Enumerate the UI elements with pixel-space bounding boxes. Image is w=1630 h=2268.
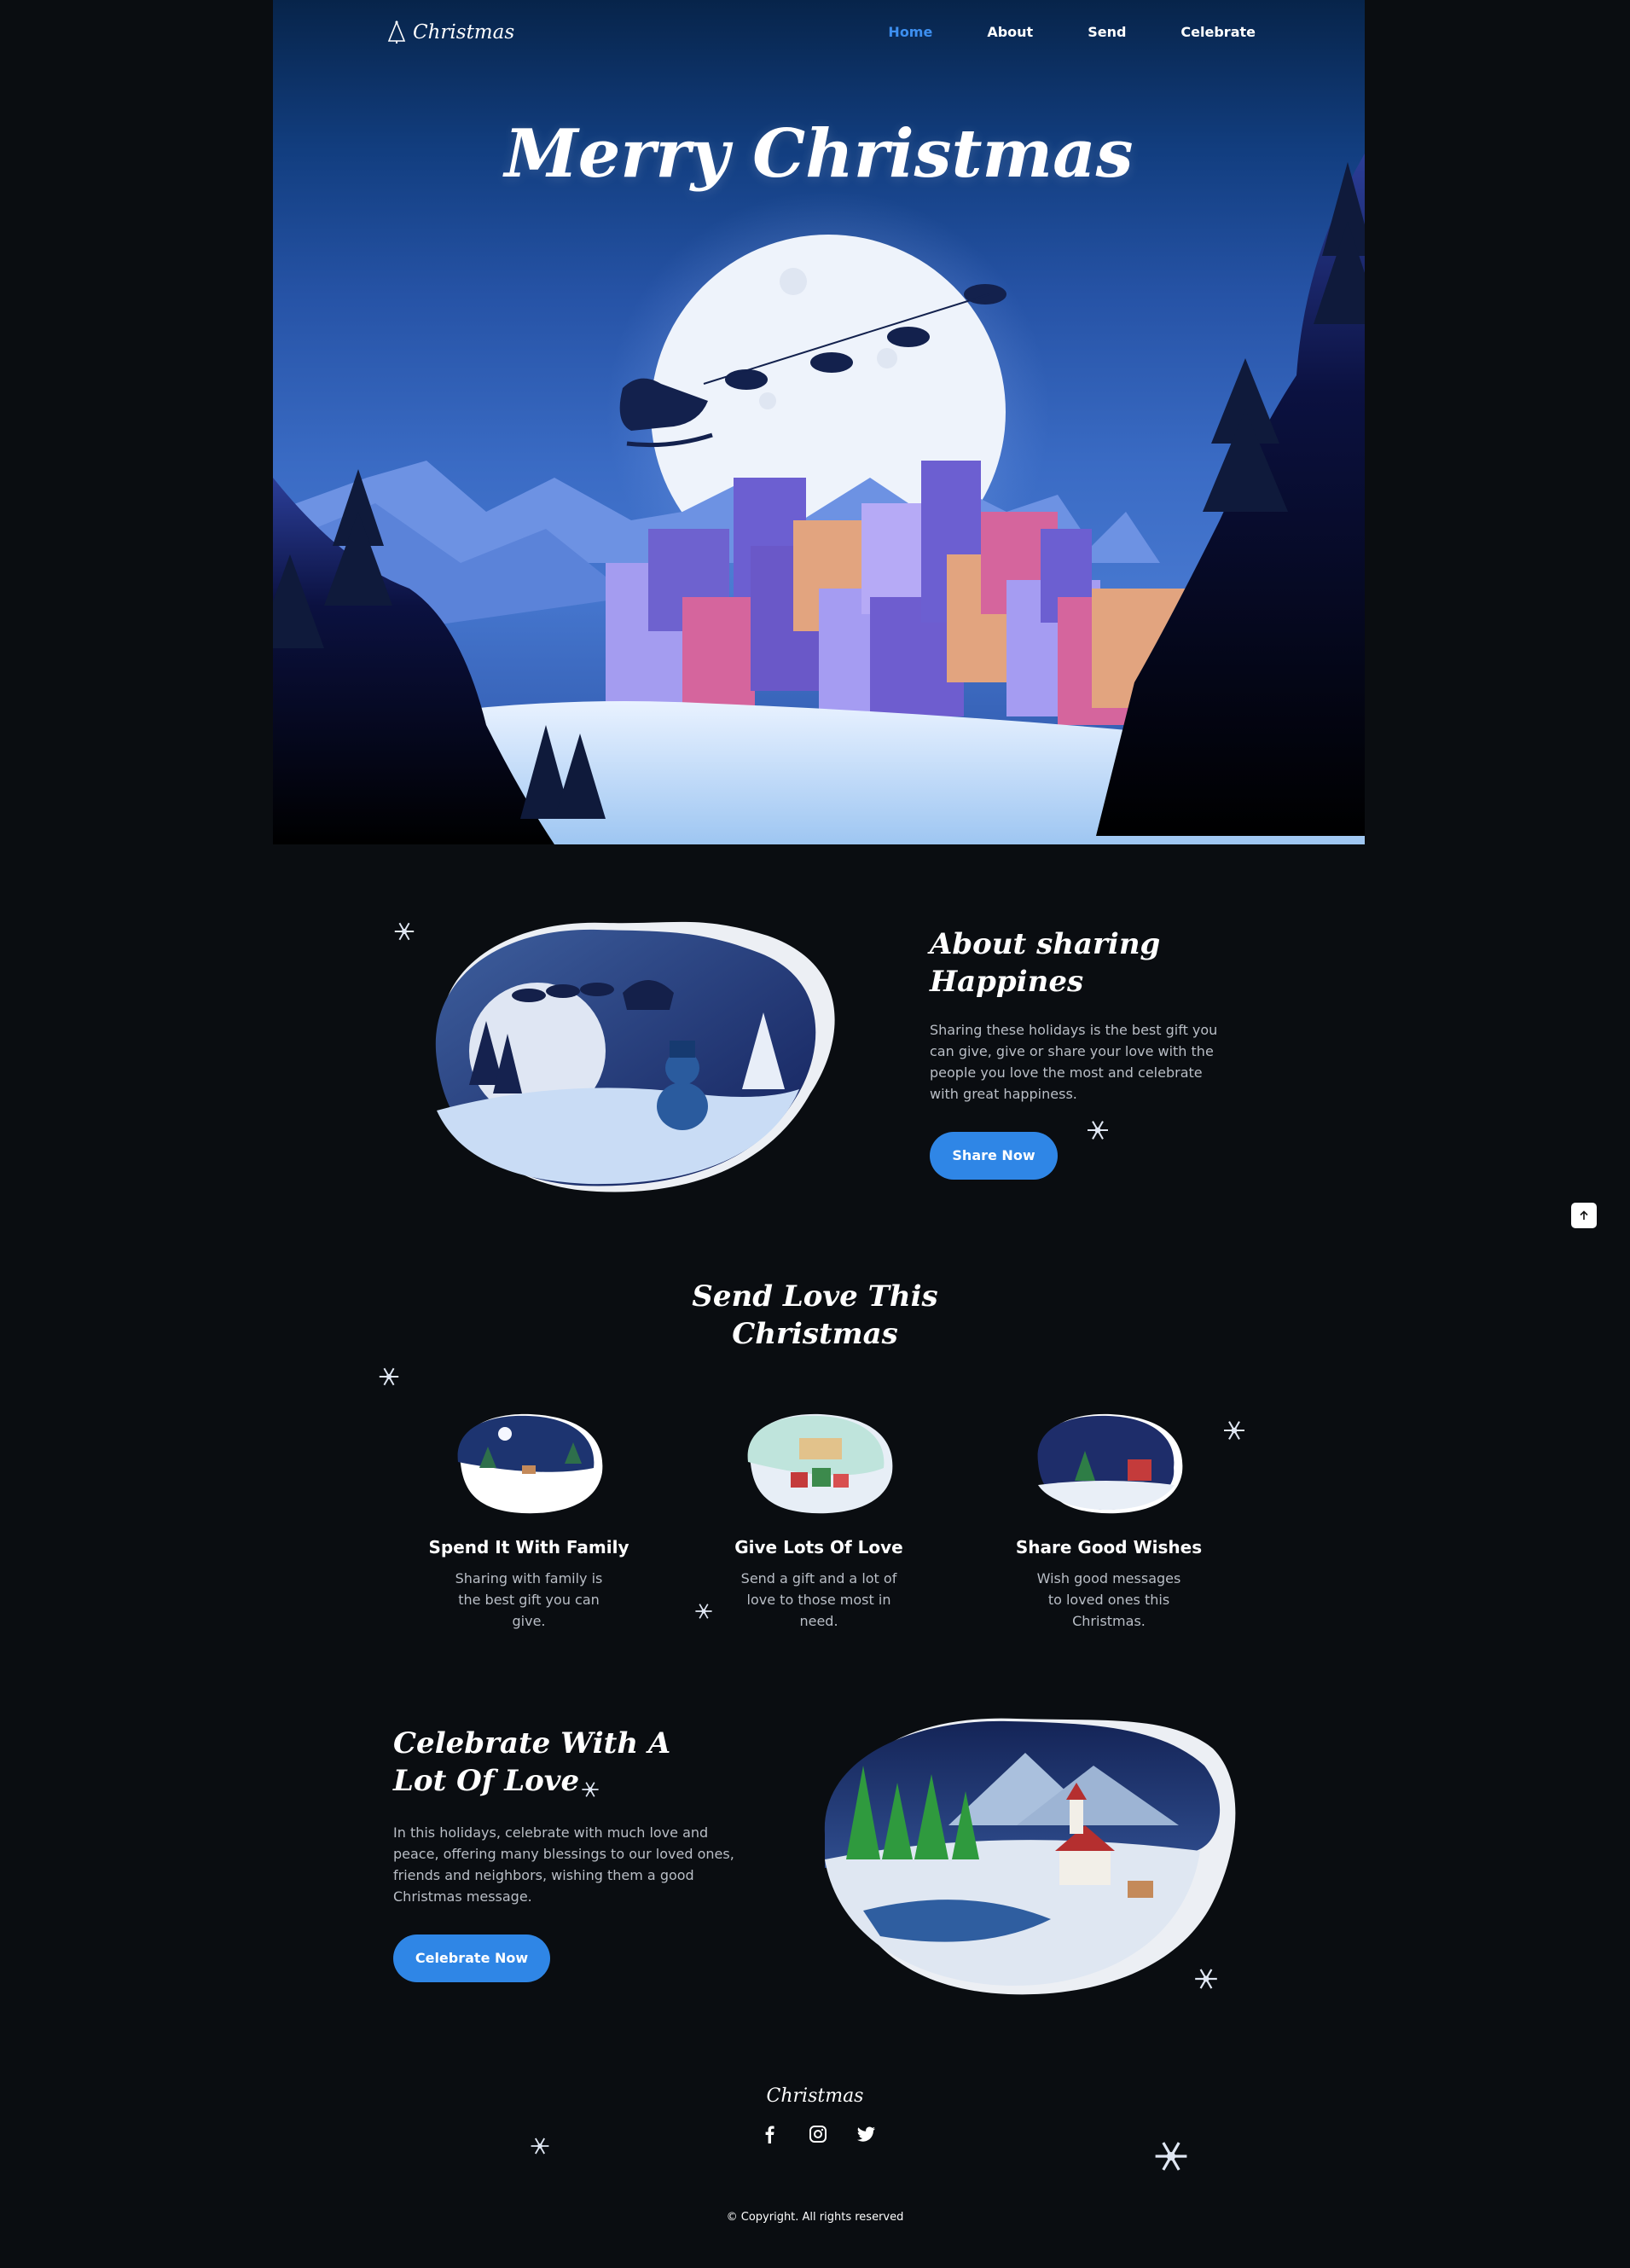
- snowflake-icon: [531, 2137, 549, 2155]
- celebrate-title-line2: Lot Of Love: [393, 1764, 580, 1798]
- nav-link-about[interactable]: About: [987, 24, 1033, 40]
- arrow-up-icon: [1580, 1210, 1588, 1220]
- card-love: Give Lots Of Love Send a gift and a lot …: [691, 1412, 947, 1632]
- facebook-link[interactable]: [759, 2124, 780, 2144]
- snowflake-icon: [1224, 1421, 1244, 1440]
- celebrate-title-line1: Celebrate With A: [393, 1726, 671, 1760]
- about-text: Sharing these holidays is the best gift …: [930, 1022, 1218, 1102]
- village-illustration: [1037, 1413, 1183, 1514]
- tree-icon: [387, 20, 406, 44]
- nav-link-celebrate[interactable]: Celebrate: [1180, 24, 1256, 40]
- hero-section: Christmas Home About Send Celebrate Merr…: [273, 0, 1365, 844]
- card-text: Wish good messages to loved ones this Ch…: [1036, 1570, 1181, 1629]
- footer-logo[interactable]: Christmas: [0, 2085, 1630, 2107]
- about-title-line1: About sharing: [930, 927, 1161, 961]
- social-links: [759, 2124, 877, 2144]
- card-title: Spend It With Family: [428, 1537, 629, 1557]
- scroll-to-top-button[interactable]: [1571, 1203, 1597, 1228]
- gifts-illustration: [747, 1413, 893, 1514]
- logo[interactable]: Christmas: [387, 20, 514, 44]
- snowflake-icon: [379, 1367, 399, 1386]
- celebrate-text: In this holidays, celebrate with much lo…: [393, 1824, 734, 1905]
- instagram-icon: [809, 2126, 827, 2143]
- about-section: About sharing Happines Sharing these hol…: [930, 925, 1228, 1180]
- family-illustration: [457, 1413, 603, 1514]
- snowflake-icon: [582, 1782, 599, 1797]
- snowflake-icon: [1155, 2142, 1187, 2171]
- copyright: © Copyright. All rights reserved: [726, 2211, 904, 2224]
- about-title: About sharing Happines: [930, 925, 1228, 1001]
- top-nav: Christmas Home About Send Celebrate: [273, 0, 1365, 68]
- card-title: Share Good Wishes: [1015, 1537, 1203, 1557]
- snowflake-icon: [1195, 1969, 1217, 1989]
- nav-link-send[interactable]: Send: [1088, 24, 1126, 40]
- snowflake-icon: [1088, 1121, 1108, 1140]
- nav-link-home[interactable]: Home: [888, 24, 932, 40]
- celebrate-now-button[interactable]: Celebrate Now: [393, 1934, 550, 1982]
- nav-links: Home About Send Celebrate: [833, 24, 1256, 40]
- card-family: Spend It With Family Sharing with family…: [401, 1412, 657, 1632]
- logo-text: Christmas: [413, 21, 515, 44]
- share-now-button[interactable]: Share Now: [930, 1132, 1058, 1180]
- card-wishes: Share Good Wishes Wish good messages to …: [981, 1412, 1237, 1632]
- hero-title: Merry Christmas: [504, 115, 1134, 193]
- snowflake-icon: [394, 922, 415, 941]
- send-title: Send Love This Christmas: [0, 1278, 1630, 1353]
- twitter-icon: [857, 2126, 875, 2142]
- card-text: Send a gift and a lot of love to those m…: [740, 1570, 897, 1629]
- instagram-link[interactable]: [808, 2124, 828, 2144]
- about-title-line2: Happines: [930, 965, 1084, 999]
- celebrate-section: Celebrate With A Lot Of Love In this hol…: [393, 1725, 743, 1982]
- twitter-link[interactable]: [856, 2124, 877, 2144]
- card-title: Give Lots Of Love: [734, 1537, 903, 1557]
- celebrate-title: Celebrate With A Lot Of Love: [393, 1725, 743, 1800]
- send-title-line2: Christmas: [732, 1317, 898, 1351]
- facebook-icon: [765, 2126, 774, 2143]
- about-illustration: [435, 921, 835, 1192]
- snowflake-icon: [695, 1604, 712, 1619]
- send-title-line1: Send Love This: [692, 1279, 938, 1314]
- card-text: Sharing with family is the best gift you…: [455, 1570, 603, 1629]
- celebrate-illustration: [824, 1718, 1236, 1995]
